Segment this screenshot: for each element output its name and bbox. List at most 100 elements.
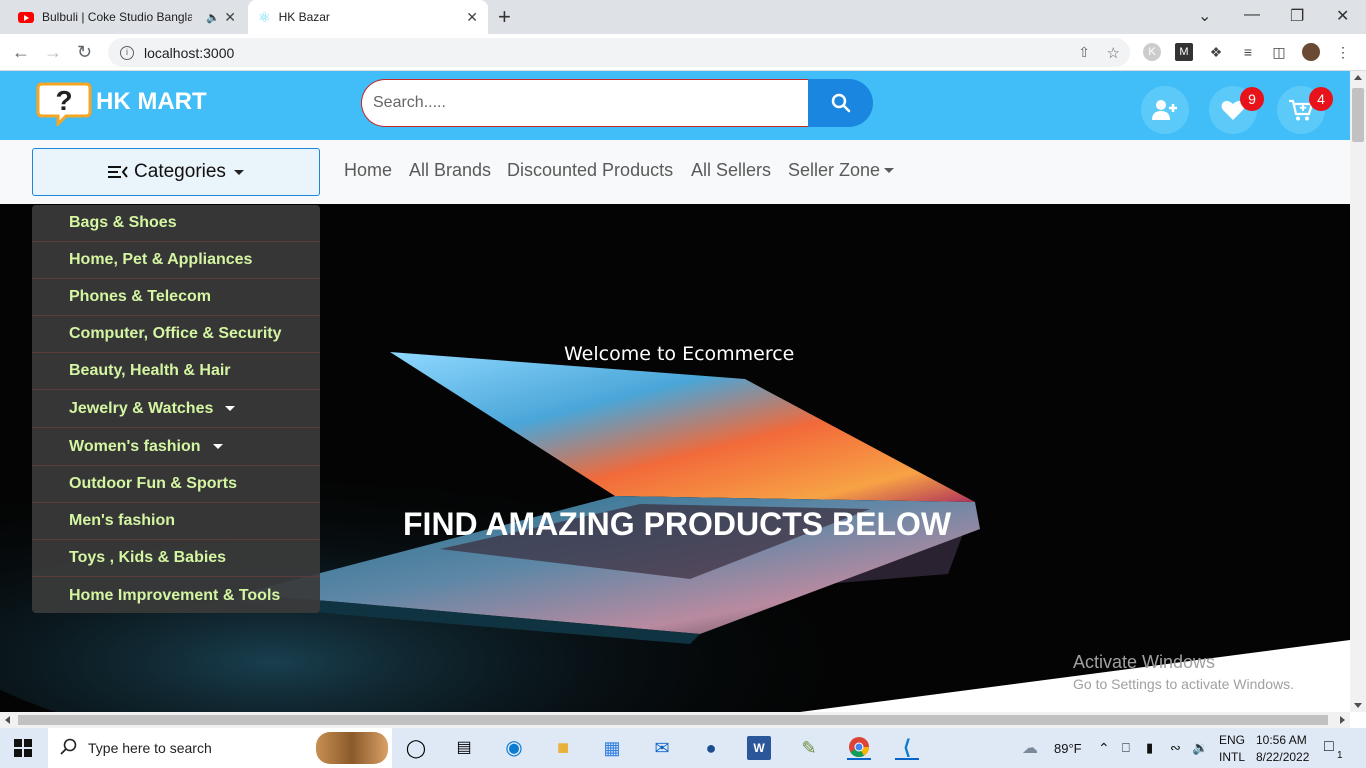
vscode-icon[interactable]: ⟨ [895, 736, 919, 760]
close-tab-icon[interactable]: ✕ [224, 9, 236, 26]
language-eng[interactable]: ENG [1219, 733, 1245, 747]
forward-icon[interactable]: → [44, 42, 62, 63]
notepad-icon[interactable]: ✎ [797, 736, 821, 760]
category-item[interactable]: Jewelry & Watches [32, 390, 320, 428]
mail-icon[interactable]: ✉ [650, 736, 674, 760]
windows-start-icon[interactable] [14, 739, 32, 762]
category-item[interactable]: Toys , Kids & Babies [32, 540, 320, 577]
app-icon[interactable]: ● [699, 736, 723, 760]
battery-icon[interactable]: ▮ [1146, 740, 1153, 756]
scroll-down-icon[interactable] [1354, 703, 1362, 708]
search-icon [60, 738, 78, 759]
volume-icon[interactable]: 🔉 [1192, 740, 1208, 756]
category-item[interactable]: Computer, Office & Security [32, 316, 320, 353]
minimize-icon[interactable]: — [1244, 6, 1260, 24]
weather-icon[interactable]: ☁ [1022, 738, 1038, 758]
task-view-icon[interactable]: ◯ [404, 736, 428, 760]
address-bar: ← → ↻ i localhost:3000 ⇧ ☆ K M ❖ ≡ ◫ ⋮ [0, 34, 1366, 71]
search-input[interactable] [361, 79, 809, 127]
react-icon: ⚛ [258, 8, 271, 25]
chevron-down-icon [884, 168, 895, 173]
vertical-scroll-thumb[interactable] [1352, 88, 1364, 142]
nav-all-brands[interactable]: All Brands [409, 160, 491, 181]
category-label: Beauty, Health & Hair [69, 362, 231, 379]
category-menu-icon [108, 166, 128, 178]
cart-count-badge: 4 [1309, 87, 1333, 111]
chevron-down-icon [212, 444, 223, 449]
menu-dots-icon[interactable]: ⋮ [1334, 43, 1352, 61]
store-icon[interactable]: ▦ [600, 736, 624, 760]
extension-k-icon[interactable]: K [1143, 43, 1161, 61]
category-label: Home, Pet & Appliances [69, 251, 253, 268]
profile-avatar[interactable] [1302, 43, 1320, 61]
info-icon[interactable]: i [120, 45, 134, 60]
category-item[interactable]: Beauty, Health & Hair [32, 353, 320, 390]
taskbar-search-box[interactable]: Type here to search [48, 728, 392, 768]
taskbar-search-placeholder: Type here to search [88, 740, 212, 756]
scroll-right-icon[interactable] [1340, 716, 1345, 724]
close-tab-icon[interactable]: ✕ [466, 9, 478, 26]
chrome-icon[interactable] [847, 736, 871, 760]
chevron-down-icon [233, 169, 244, 175]
brand-name[interactable]: HK MART [96, 88, 207, 116]
extension-m-icon[interactable]: M [1175, 43, 1193, 61]
bookmark-star-icon[interactable]: ☆ [1107, 44, 1120, 62]
search-bar [361, 79, 873, 127]
category-label: Women's fashion [69, 437, 201, 455]
tab-youtube[interactable]: Bulbuli | Coke Studio Bangla 🔈 ✕ [8, 0, 246, 34]
scroll-up-icon[interactable] [1354, 75, 1362, 80]
media-icon[interactable]: ≡ [1239, 43, 1257, 61]
category-item[interactable]: Men's fashion [32, 503, 320, 540]
share-icon[interactable]: ⇧ [1078, 44, 1090, 61]
category-item[interactable]: Bags & Shoes [32, 205, 320, 242]
tray-chevron-icon[interactable]: ⌃ [1098, 740, 1110, 757]
category-item[interactable]: Home, Pet & Appliances [32, 242, 320, 279]
new-tab-icon[interactable]: + [498, 4, 511, 30]
scroll-left-icon[interactable] [5, 716, 10, 724]
notification-icon[interactable]: □ [1324, 738, 1334, 756]
categories-button[interactable]: Categories [32, 148, 320, 196]
tab-hk-bazar[interactable]: ⚛ HK Bazar ✕ [248, 0, 488, 34]
add-user-button[interactable] [1141, 86, 1189, 134]
svg-text:?: ? [55, 85, 72, 116]
notification-count: 1 [1337, 750, 1343, 761]
add-user-icon [1152, 100, 1177, 120]
hero-welcome-text: Welcome to Ecommerce [564, 343, 795, 365]
reload-icon[interactable]: ↻ [77, 42, 92, 63]
tray-device-icon[interactable]: ⎕ [1122, 740, 1130, 756]
restore-icon[interactable]: ❐ [1290, 6, 1304, 26]
nav-seller-zone[interactable]: Seller Zone [788, 160, 895, 181]
category-label: Phones & Telecom [69, 288, 211, 305]
speaker-icon[interactable]: 🔈 [206, 11, 220, 24]
category-item[interactable]: Women's fashion [32, 428, 320, 466]
file-explorer-icon[interactable]: ■ [551, 736, 575, 760]
nav-seller-zone-label: Seller Zone [788, 160, 881, 180]
word-icon[interactable]: W [747, 736, 771, 760]
wifi-icon[interactable]: ∾ [1170, 740, 1181, 756]
puzzle-icon[interactable]: ❖ [1207, 43, 1225, 61]
edge-icon[interactable]: ◉ [502, 736, 526, 760]
category-item[interactable]: Phones & Telecom [32, 279, 320, 316]
nav-home[interactable]: Home [344, 160, 392, 181]
widgets-icon[interactable]: ▤ [452, 736, 476, 760]
back-icon[interactable]: ← [12, 42, 30, 63]
category-label: Home Improvement & Tools [69, 586, 281, 604]
category-item[interactable]: Home Improvement & Tools [32, 577, 320, 614]
close-window-icon[interactable]: ✕ [1336, 6, 1349, 26]
tab-search-icon[interactable]: ⌄ [1198, 6, 1211, 26]
url-input[interactable]: i localhost:3000 ⇧ ☆ [108, 38, 1130, 67]
clock-time[interactable]: 10:56 AM [1256, 733, 1307, 747]
nav-discounted-products[interactable]: Discounted Products [507, 160, 673, 181]
search-button[interactable] [808, 79, 873, 127]
category-label: Outdoor Fun & Sports [69, 475, 237, 492]
activate-windows-title: Activate Windows [1073, 652, 1216, 672]
categories-label: Categories [134, 161, 226, 182]
nav-all-sellers[interactable]: All Sellers [691, 160, 771, 181]
tab-title: Bulbuli | Coke Studio Bangla [42, 10, 192, 24]
logo-icon[interactable]: ? [36, 80, 92, 126]
weather-temp[interactable]: 89°F [1054, 741, 1082, 756]
horizontal-scroll-thumb[interactable] [18, 715, 1328, 725]
sidepanel-icon[interactable]: ◫ [1270, 43, 1288, 61]
category-item[interactable]: Outdoor Fun & Sports [32, 466, 320, 503]
vertical-scrollbar[interactable] [1350, 71, 1366, 712]
